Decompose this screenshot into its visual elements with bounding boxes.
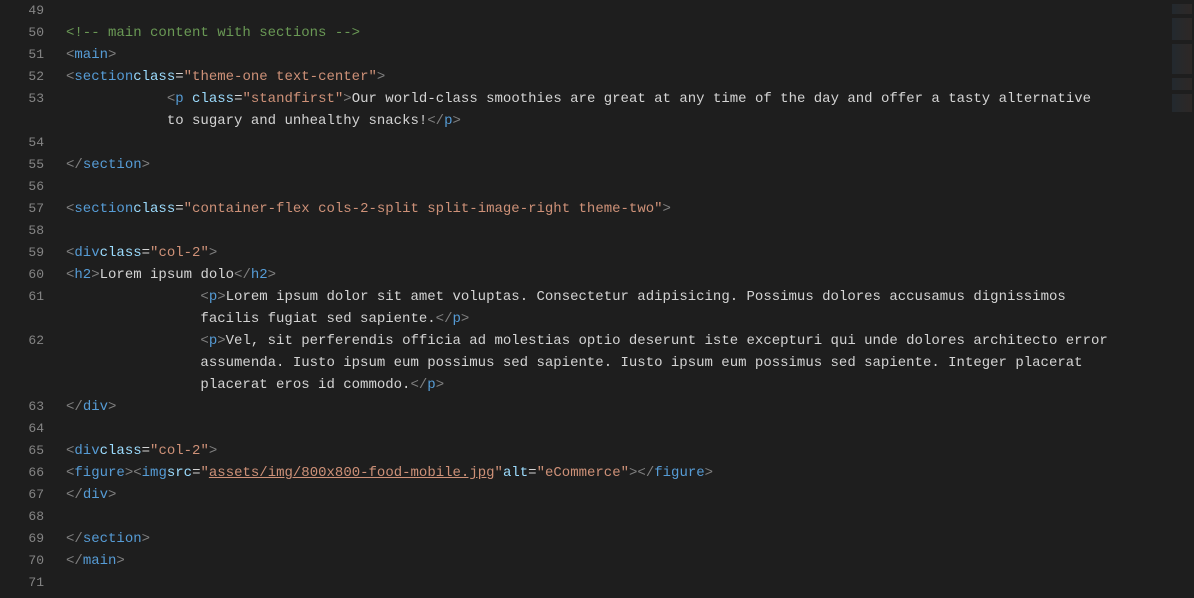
- tag-section: section: [74, 66, 133, 88]
- line-number: 69: [0, 528, 62, 550]
- attr-class: class: [100, 440, 142, 462]
- code-line[interactable]: <p>Vel, sit perferendis officia ad moles…: [66, 330, 1170, 396]
- line-number: 53: [0, 88, 62, 110]
- tag-figure: figure: [74, 462, 124, 484]
- line-number: 71: [0, 572, 62, 594]
- attr-value: theme-one text-center: [192, 69, 368, 85]
- line-number: 66: [0, 462, 62, 484]
- code-line[interactable]: <div class="col-2">: [66, 440, 1170, 462]
- tag-main-close: main: [83, 550, 117, 572]
- line-number: 70: [0, 550, 62, 572]
- code-line[interactable]: <h2>Lorem ipsum dolo</h2>: [66, 264, 1170, 286]
- line-number: 62: [0, 330, 62, 352]
- line-number: [0, 110, 62, 132]
- code-editor[interactable]: <!-- main content with sections --> <mai…: [62, 0, 1170, 598]
- attr-class: class: [100, 242, 142, 264]
- text-content: Vel, sit perferendis officia ad molestia…: [226, 333, 1117, 349]
- tag-img: img: [142, 462, 167, 484]
- text-content: Lorem ipsum dolo: [100, 264, 234, 286]
- attr-class: class: [133, 66, 175, 88]
- attr-value: col-2: [158, 443, 200, 459]
- attr-alt: alt: [503, 462, 528, 484]
- code-line[interactable]: [66, 0, 1170, 22]
- code-line[interactable]: <main>: [66, 44, 1170, 66]
- attr-class: class: [133, 198, 175, 220]
- line-number: 50: [0, 22, 62, 44]
- code-line[interactable]: [66, 132, 1170, 154]
- attr-value: standfirst: [251, 91, 335, 107]
- tag-p-close: p: [452, 311, 460, 327]
- text-content: Our world-class smoothies are great at a…: [352, 91, 1100, 107]
- minimap[interactable]: [1170, 0, 1194, 598]
- code-line[interactable]: <section class="container-flex cols-2-sp…: [66, 198, 1170, 220]
- line-number: [0, 352, 62, 374]
- attr-value-link[interactable]: assets/img/800x800-food-mobile.jpg: [209, 465, 495, 481]
- attr-value: container-flex cols-2-split split-image-…: [192, 201, 654, 217]
- text-content: Lorem ipsum dolor sit amet voluptas. Con…: [226, 289, 1075, 305]
- line-number: 51: [0, 44, 62, 66]
- line-number: 52: [0, 66, 62, 88]
- tag-p-close: p: [427, 377, 435, 393]
- tag-section-close: section: [83, 528, 142, 550]
- line-number: 67: [0, 484, 62, 506]
- tag-h2-close: h2: [251, 264, 268, 286]
- tag-p: p: [175, 91, 183, 107]
- code-line[interactable]: [66, 176, 1170, 198]
- tag-div: div: [74, 242, 99, 264]
- code-line[interactable]: <div class="col-2">: [66, 242, 1170, 264]
- code-line[interactable]: [66, 506, 1170, 528]
- tag-section: section: [74, 198, 133, 220]
- line-number: 56: [0, 176, 62, 198]
- code-line[interactable]: [66, 572, 1170, 594]
- code-line[interactable]: [66, 220, 1170, 242]
- code-line[interactable]: <section class="theme-one text-center">: [66, 66, 1170, 88]
- line-number: [0, 308, 62, 330]
- line-number: 60: [0, 264, 62, 286]
- line-number: [0, 374, 62, 396]
- line-number: 61: [0, 286, 62, 308]
- tag-div-close: div: [83, 396, 108, 418]
- code-line[interactable]: </div>: [66, 396, 1170, 418]
- tag-h2: h2: [74, 264, 91, 286]
- line-number: 68: [0, 506, 62, 528]
- attr-src: src: [167, 462, 192, 484]
- line-number: 58: [0, 220, 62, 242]
- attr-value: eCommerce: [545, 465, 621, 481]
- code-line[interactable]: </section>: [66, 154, 1170, 176]
- line-number: 55: [0, 154, 62, 176]
- code-line[interactable]: </main>: [66, 550, 1170, 572]
- code-line[interactable]: <figure><img src="assets/img/800x800-foo…: [66, 462, 1170, 484]
- tag-figure-close: figure: [654, 462, 704, 484]
- tag-main: main: [74, 44, 108, 66]
- line-number: 63: [0, 396, 62, 418]
- code-line[interactable]: <p class="standfirst">Our world-class sm…: [66, 88, 1170, 132]
- code-line[interactable]: <p>Lorem ipsum dolor sit amet voluptas. …: [66, 286, 1170, 330]
- line-number: 49: [0, 0, 62, 22]
- code-line[interactable]: </div>: [66, 484, 1170, 506]
- line-number: 64: [0, 418, 62, 440]
- line-number: 54: [0, 132, 62, 154]
- attr-value: col-2: [158, 245, 200, 261]
- comment: <!-- main content with sections -->: [66, 22, 360, 44]
- tag-div: div: [74, 440, 99, 462]
- tag-div-close: div: [83, 484, 108, 506]
- line-number: 59: [0, 242, 62, 264]
- line-number: 65: [0, 440, 62, 462]
- code-line[interactable]: <!-- main content with sections -->: [66, 22, 1170, 44]
- tag-p: p: [209, 289, 217, 305]
- code-line[interactable]: </section>: [66, 528, 1170, 550]
- line-number-gutter: 4950515253 5455565758596061 62 636465666768…: [0, 0, 62, 598]
- line-number: 57: [0, 198, 62, 220]
- attr-class: class: [192, 91, 234, 107]
- code-line[interactable]: [66, 418, 1170, 440]
- tag-p-close: p: [444, 113, 452, 129]
- tag-section-close: section: [83, 154, 142, 176]
- tag-p: p: [209, 333, 217, 349]
